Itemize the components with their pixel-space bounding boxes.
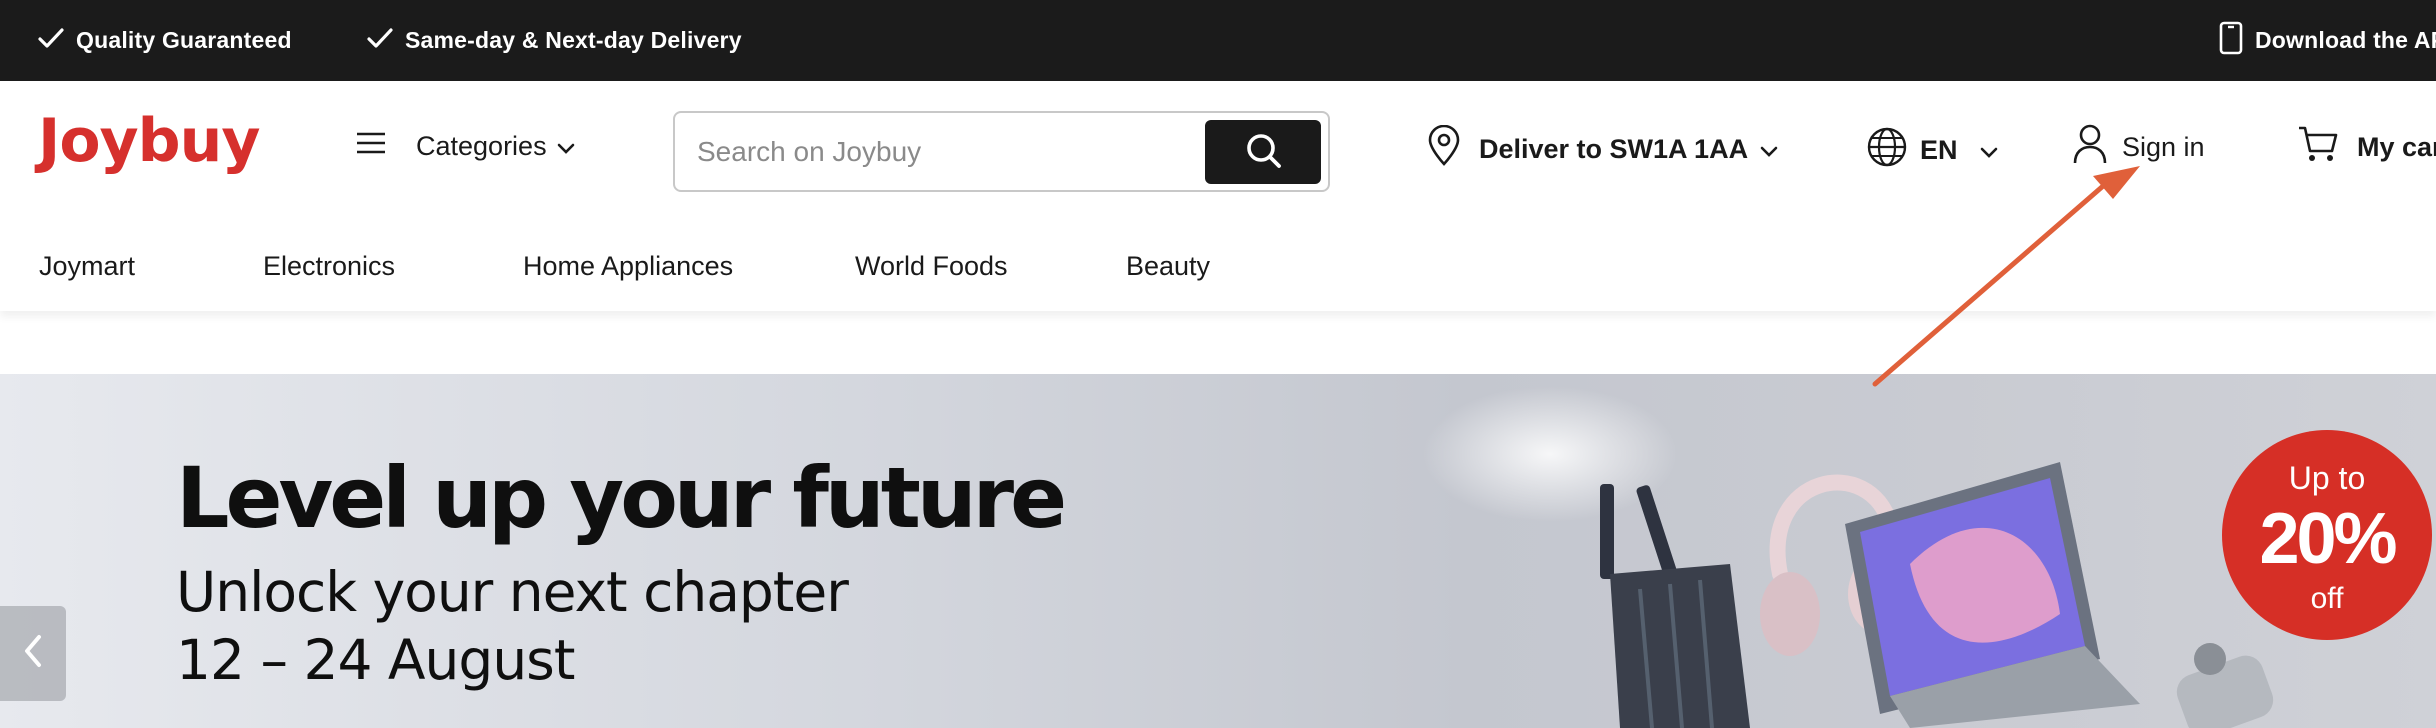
cart-icon — [2297, 125, 2339, 170]
badge-off: off — [2310, 582, 2344, 615]
my-cart-label: My cart — [2357, 132, 2436, 162]
categories-button[interactable]: Categories — [356, 131, 575, 162]
banner-dates: 12 – 24 August — [176, 628, 575, 692]
check-icon — [38, 27, 76, 55]
chevron-down-icon — [1760, 134, 1778, 165]
chevron-down-icon — [1980, 135, 1998, 166]
joybuy-logo[interactable]: Joybuy — [38, 111, 260, 171]
phone-icon — [2219, 21, 2255, 61]
main-header: Joybuy Categories Deliver to SW1A 1AA EN — [0, 81, 2436, 221]
globe-icon — [1866, 126, 1908, 175]
check-icon — [367, 27, 405, 55]
chevron-down-icon — [557, 131, 575, 162]
search-input[interactable] — [697, 125, 1197, 179]
banner-subline: Unlock your next chapter — [176, 560, 849, 624]
nav-item-beauty[interactable]: Beauty — [1126, 251, 1210, 282]
delivery-promise-text: Same-day & Next-day Delivery — [405, 27, 742, 53]
deliver-to-label: Deliver to SW1A 1AA — [1479, 134, 1749, 164]
download-app-link[interactable]: Download the APP — [2219, 0, 2436, 81]
discount-badge: Up to 20% off — [2222, 430, 2432, 640]
my-cart-button[interactable]: My cart — [2297, 125, 2436, 170]
search-box — [673, 111, 1330, 192]
download-app-text: Download the APP — [2255, 27, 2436, 53]
badge-up-to: Up to — [2288, 460, 2366, 496]
banner-products-illustration — [1600, 462, 2274, 728]
suitcase-image — [1600, 484, 1750, 728]
quality-guaranteed-item: Quality Guaranteed — [38, 0, 292, 81]
categories-label: Categories — [416, 131, 547, 161]
promo-banner[interactable]: Level up your future Unlock your next ch… — [0, 374, 2436, 728]
sign-in-label: Sign in — [2122, 132, 2205, 162]
user-icon — [2072, 123, 2108, 172]
nav-item-home-appliances[interactable]: Home Appliances — [523, 251, 733, 282]
badge-percent: 20% — [2259, 499, 2397, 579]
chevron-left-icon — [23, 634, 43, 673]
nav-item-joymart[interactable]: Joymart — [39, 251, 135, 282]
delivery-promise-item: Same-day & Next-day Delivery — [367, 0, 742, 81]
search-icon — [1243, 130, 1283, 175]
carousel-prev-button[interactable] — [0, 606, 66, 701]
nav-item-world-foods[interactable]: World Foods — [855, 251, 1008, 282]
language-label: EN — [1920, 135, 1958, 165]
blender-image — [2176, 643, 2274, 728]
top-announcement-bar: Quality Guaranteed Same-day & Next-day D… — [0, 0, 2436, 81]
nav-item-electronics[interactable]: Electronics — [263, 251, 395, 282]
location-pin-icon — [1427, 124, 1461, 174]
language-selector[interactable]: EN — [1866, 126, 1998, 175]
category-nav: Joymart Electronics Home Appliances Worl… — [0, 221, 2436, 311]
laptop-image — [1845, 462, 2140, 728]
sign-in-button[interactable]: Sign in — [2072, 123, 2205, 172]
deliver-to-selector[interactable]: Deliver to SW1A 1AA — [1427, 124, 1778, 174]
menu-icon — [356, 131, 386, 162]
search-button[interactable] — [1205, 120, 1321, 184]
banner-headline: Level up your future — [176, 449, 1067, 547]
quality-guaranteed-text: Quality Guaranteed — [76, 27, 292, 53]
